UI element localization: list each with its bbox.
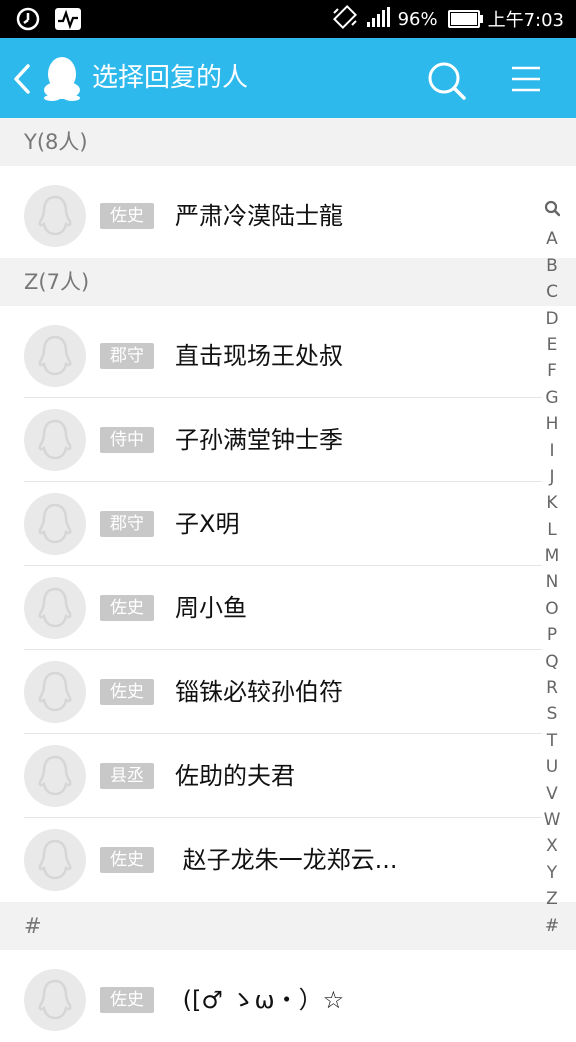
index-letter[interactable]: A <box>546 226 558 252</box>
index-letter[interactable]: B <box>546 253 558 279</box>
role-badge: 佐史 <box>100 203 154 229</box>
index-letter[interactable]: K <box>546 490 557 516</box>
list-item[interactable]: 佐史 锱铢必较孙伯符 <box>0 650 576 734</box>
index-search-icon[interactable] <box>544 200 561 226</box>
section-header: Z(7人) <box>0 258 576 306</box>
role-badge: 佐史 <box>100 679 154 705</box>
index-letter[interactable]: F <box>547 358 557 384</box>
list-item[interactable]: 佐史 ([♂ ゝω・）☆ <box>0 958 576 1042</box>
avatar <box>24 577 86 639</box>
index-letter[interactable]: D <box>545 306 558 332</box>
role-badge: 佐史 <box>100 847 154 873</box>
avatar <box>24 969 86 1031</box>
list-item[interactable]: 佐史 严肃冷漠陆士龍 <box>0 174 576 258</box>
activity-icon <box>54 6 82 32</box>
member-name: 子孙满堂钟士季 <box>175 426 343 454</box>
member-name: 锱铢必较孙伯符 <box>175 678 343 706</box>
member-name: 佐助的夫君 <box>175 762 295 790</box>
member-name: ([♂ ゝω・）☆ <box>175 986 345 1014</box>
page-title: 选择回复的人 <box>92 63 249 93</box>
search-icon[interactable] <box>424 58 468 102</box>
avatar <box>24 493 86 555</box>
role-badge: 郡守 <box>100 343 154 369</box>
status-bar: 96% 上午7:03 <box>0 0 576 38</box>
member-list[interactable]: Y(8人) 佐史 严肃冷漠陆士龍 Z(7人) 郡守 直击现场王处叔 侍中 子孙满… <box>0 118 576 1042</box>
avatar <box>24 745 86 807</box>
list-item[interactable]: 郡守 直击现场王处叔 <box>0 314 576 398</box>
index-letter[interactable]: W <box>544 807 561 833</box>
clock: 上午7:03 <box>487 10 564 31</box>
index-letter[interactable]: Q <box>545 649 558 675</box>
menu-icon[interactable] <box>506 62 546 96</box>
index-letter[interactable]: V <box>546 781 558 807</box>
index-letter[interactable]: G <box>545 385 558 411</box>
index-letter[interactable]: L <box>547 517 556 543</box>
alphabet-index[interactable]: A B C D E F G H I J K L M N O P Q R S T U V W X Y Z # <box>540 200 564 939</box>
member-name: 直击现场王处叔 <box>175 342 343 370</box>
role-badge: 县丞 <box>100 763 154 789</box>
index-letter[interactable]: P <box>547 622 557 648</box>
section-header: Y(8人) <box>0 118 576 166</box>
title-bar: 选择回复的人 <box>0 38 576 118</box>
qq-logo-icon <box>42 54 82 102</box>
index-letter[interactable]: S <box>547 701 558 727</box>
index-letter[interactable]: T <box>547 728 557 754</box>
index-letter[interactable]: X <box>546 833 558 859</box>
member-name: 赵子龙朱一龙郑云... <box>175 846 398 874</box>
index-letter[interactable]: E <box>547 332 558 358</box>
section-header: # <box>0 902 576 950</box>
avatar <box>24 409 86 471</box>
role-badge: 佐史 <box>100 987 154 1013</box>
vibrate-icon <box>332 4 358 34</box>
role-badge: 佐史 <box>100 595 154 621</box>
signal-icon <box>366 6 390 32</box>
alarm-icon <box>14 6 42 32</box>
index-letter[interactable]: Z <box>546 886 558 912</box>
index-letter[interactable]: H <box>546 411 559 437</box>
index-letter[interactable]: R <box>546 675 558 701</box>
list-item[interactable]: 郡守 子X明 <box>0 482 576 566</box>
member-name: 周小鱼 <box>175 594 247 622</box>
avatar <box>24 829 86 891</box>
avatar <box>24 185 86 247</box>
index-letter[interactable]: C <box>546 279 558 305</box>
index-letter[interactable]: M <box>545 543 560 569</box>
index-letter[interactable]: I <box>549 438 554 464</box>
list-item[interactable]: 佐史 周小鱼 <box>0 566 576 650</box>
battery-percent: 96% <box>397 8 438 30</box>
battery-icon <box>447 10 483 28</box>
role-badge: 郡守 <box>100 511 154 537</box>
list-item[interactable]: 侍中 子孙满堂钟士季 <box>0 398 576 482</box>
index-letter[interactable]: Y <box>547 860 557 886</box>
member-name: 子X明 <box>175 510 240 538</box>
index-letter[interactable]: # <box>545 913 559 939</box>
back-icon[interactable] <box>10 62 34 96</box>
list-item[interactable]: 佐史 赵子龙朱一龙郑云... <box>0 818 576 902</box>
role-badge: 侍中 <box>100 427 154 453</box>
index-letter[interactable]: J <box>549 464 554 490</box>
index-letter[interactable]: U <box>546 754 558 780</box>
member-name: 严肃冷漠陆士龍 <box>175 202 343 230</box>
avatar <box>24 661 86 723</box>
index-letter[interactable]: O <box>545 596 558 622</box>
avatar <box>24 325 86 387</box>
index-letter[interactable]: N <box>546 569 559 595</box>
list-item[interactable]: 县丞 佐助的夫君 <box>0 734 576 818</box>
